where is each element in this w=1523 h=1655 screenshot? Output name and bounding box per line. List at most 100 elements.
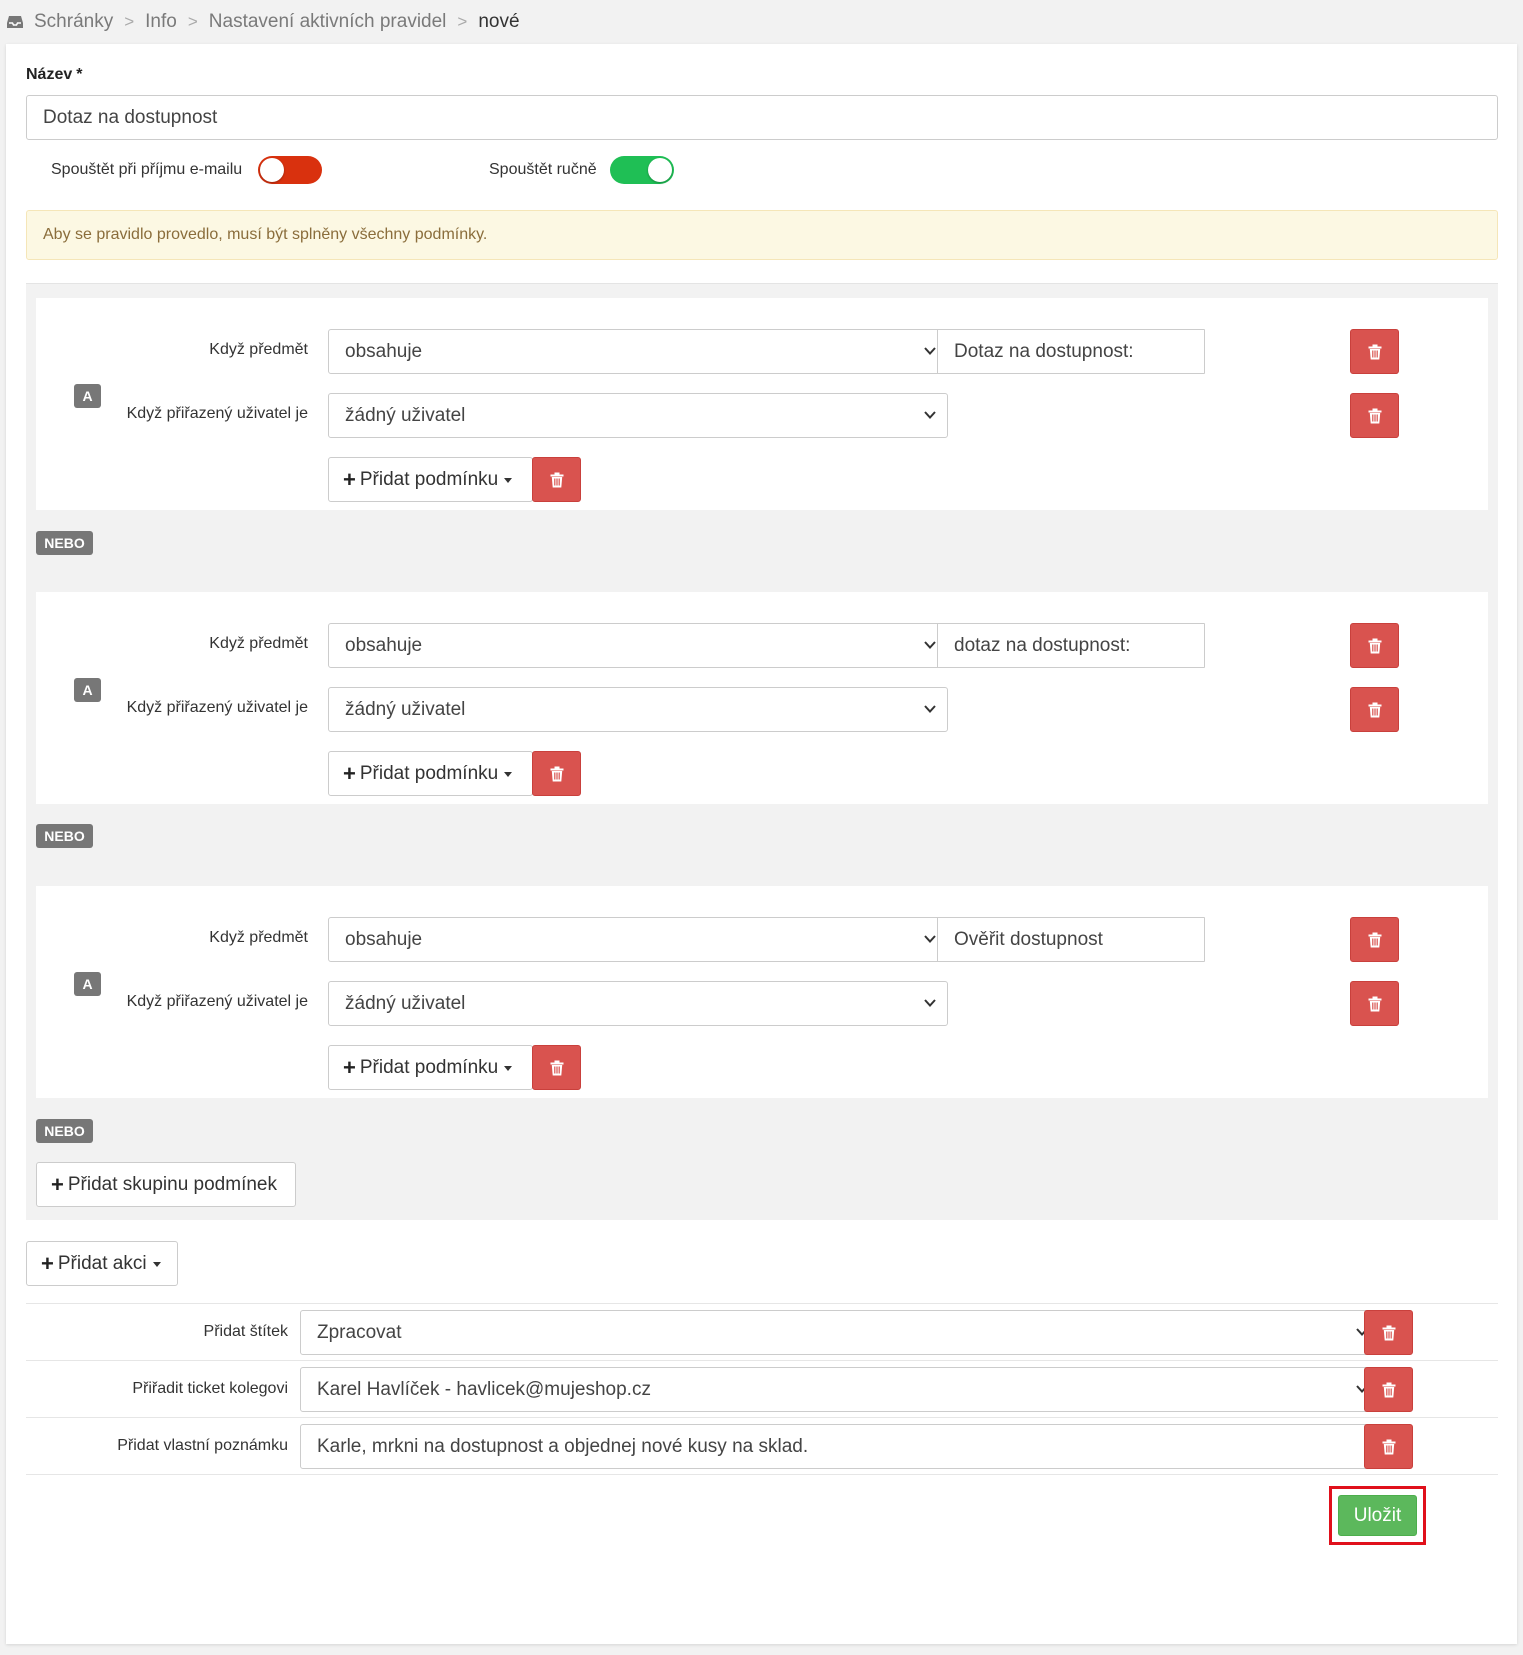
condition-assignee-select[interactable]: žádný uživatel bbox=[328, 393, 948, 438]
required-mark: * bbox=[76, 66, 83, 83]
inbox-icon bbox=[6, 14, 24, 30]
plus-icon: + bbox=[343, 760, 356, 786]
breadcrumb-separator: > bbox=[187, 12, 198, 31]
add-action-button[interactable]: + Přidat akci bbox=[26, 1241, 178, 1286]
breadcrumb-separator: > bbox=[457, 12, 468, 31]
caret-down-icon bbox=[504, 1066, 513, 1071]
condition-label-assignee: Když přiřazený uživatel je bbox=[126, 405, 308, 422]
rule-form-card: Název* Spouštět při příjmu e-mailu Spouš… bbox=[6, 44, 1517, 1644]
divider bbox=[26, 1417, 1498, 1418]
trash-icon bbox=[1368, 702, 1381, 717]
switch-knob bbox=[260, 158, 284, 182]
trash-icon bbox=[1368, 408, 1381, 423]
toggle-manual-label: Spouštět ručně bbox=[489, 161, 597, 178]
or-separator-badge: NEBO bbox=[36, 824, 93, 848]
condition-label-assignee: Když přiřazený uživatel je bbox=[126, 993, 308, 1010]
toggle-on-receive-switch[interactable] bbox=[258, 156, 322, 184]
delete-action-button[interactable] bbox=[1364, 1424, 1413, 1469]
or-separator-badge: NEBO bbox=[36, 531, 93, 555]
delete-condition-button[interactable] bbox=[1350, 329, 1399, 374]
action-tag-select[interactable]: Zpracovat bbox=[300, 1310, 1378, 1355]
divider bbox=[26, 1474, 1498, 1475]
condition-value-input[interactable] bbox=[937, 329, 1205, 374]
delete-condition-button[interactable] bbox=[1350, 981, 1399, 1026]
breadcrumb-separator: > bbox=[124, 12, 135, 31]
breadcrumb-current: nové bbox=[478, 11, 520, 32]
delete-group-button[interactable] bbox=[532, 457, 581, 502]
breadcrumb-item-info[interactable]: Info bbox=[145, 11, 177, 33]
name-label-text: Název bbox=[26, 66, 73, 83]
action-label-note: Přidat vlastní poznámku bbox=[117, 1437, 288, 1454]
condition-operator-select[interactable]: obsahuje bbox=[328, 623, 948, 668]
add-condition-button[interactable]: + Přidat podmínku bbox=[328, 457, 533, 502]
toggle-manual-switch[interactable] bbox=[610, 156, 674, 184]
plus-icon: + bbox=[41, 1250, 54, 1276]
caret-down-icon bbox=[152, 1262, 161, 1267]
select-value: obsahuje bbox=[345, 928, 423, 950]
plus-icon: + bbox=[51, 1171, 64, 1197]
divider bbox=[26, 1303, 1498, 1304]
select-value: obsahuje bbox=[345, 340, 423, 362]
divider bbox=[26, 1360, 1498, 1361]
delete-condition-button[interactable] bbox=[1350, 687, 1399, 732]
breadcrumb-item-inboxes[interactable]: Schránky bbox=[34, 11, 113, 33]
chevron-down-icon bbox=[924, 347, 936, 355]
delete-action-button[interactable] bbox=[1364, 1310, 1413, 1355]
delete-condition-button[interactable] bbox=[1350, 623, 1399, 668]
add-condition-group-button[interactable]: + Přidat skupinu podmínek bbox=[36, 1162, 296, 1207]
trash-icon bbox=[1368, 638, 1381, 653]
add-action-label: Přidat akci bbox=[57, 1252, 147, 1274]
condition-assignee-select[interactable]: žádný uživatel bbox=[328, 981, 948, 1026]
delete-group-button[interactable] bbox=[532, 751, 581, 796]
condition-value-input[interactable] bbox=[937, 917, 1205, 962]
trash-icon bbox=[1382, 1382, 1395, 1397]
delete-group-button[interactable] bbox=[532, 1045, 581, 1090]
add-condition-button[interactable]: + Přidat podmínku bbox=[328, 1045, 533, 1090]
action-assign-select[interactable]: Karel Havlíček - havlicek@mujeshop.cz bbox=[300, 1367, 1378, 1412]
delete-action-button[interactable] bbox=[1364, 1367, 1413, 1412]
add-group-label: Přidat skupinu podmínek bbox=[67, 1173, 277, 1195]
action-label-assign: Přiřadit ticket kolegovi bbox=[132, 1380, 288, 1397]
rule-name-input[interactable] bbox=[26, 95, 1498, 140]
trash-icon bbox=[1382, 1325, 1395, 1340]
condition-operator-select[interactable]: obsahuje bbox=[328, 917, 948, 962]
add-condition-label: Přidat podmínku bbox=[359, 1056, 499, 1078]
delete-condition-button[interactable] bbox=[1350, 393, 1399, 438]
plus-icon: + bbox=[343, 1054, 356, 1080]
select-value: žádný uživatel bbox=[345, 404, 466, 426]
condition-label-assignee: Když přiřazený uživatel je bbox=[126, 699, 308, 716]
trash-icon bbox=[1368, 932, 1381, 947]
chevron-down-icon bbox=[924, 999, 936, 1007]
caret-down-icon bbox=[504, 772, 513, 777]
trash-icon bbox=[1368, 344, 1381, 359]
select-value: Karel Havlíček - havlicek@mujeshop.cz bbox=[317, 1378, 651, 1400]
add-condition-button[interactable]: + Přidat podmínku bbox=[328, 751, 533, 796]
trash-icon bbox=[550, 766, 563, 781]
save-button[interactable]: Uložit bbox=[1338, 1495, 1417, 1536]
delete-condition-button[interactable] bbox=[1350, 917, 1399, 962]
chevron-down-icon bbox=[924, 411, 936, 419]
or-separator-badge: NEBO bbox=[36, 1119, 93, 1143]
condition-operator-select[interactable]: obsahuje bbox=[328, 329, 948, 374]
select-value: obsahuje bbox=[345, 634, 423, 656]
trash-icon bbox=[550, 472, 563, 487]
breadcrumb: Schránky > Info > Nastavení aktivních pr… bbox=[0, 0, 1523, 44]
trash-icon bbox=[1368, 996, 1381, 1011]
name-label: Název * bbox=[26, 66, 82, 84]
select-value: žádný uživatel bbox=[345, 992, 466, 1014]
trash-icon bbox=[550, 1060, 563, 1075]
chevron-down-icon bbox=[924, 935, 936, 943]
caret-down-icon bbox=[504, 478, 513, 483]
action-note-input[interactable] bbox=[300, 1424, 1378, 1469]
add-condition-label: Přidat podmínku bbox=[359, 468, 499, 490]
condition-assignee-select[interactable]: žádný uživatel bbox=[328, 687, 948, 732]
chevron-down-icon bbox=[924, 641, 936, 649]
plus-icon: + bbox=[343, 466, 356, 492]
condition-label-subject: Když předmět bbox=[209, 341, 308, 358]
condition-value-input[interactable] bbox=[937, 623, 1205, 668]
add-condition-label: Přidat podmínku bbox=[359, 762, 499, 784]
toggle-on-receive-label: Spouštět při příjmu e-mailu bbox=[51, 161, 243, 178]
select-value: žádný uživatel bbox=[345, 698, 466, 720]
breadcrumb-item-rules[interactable]: Nastavení aktivních pravidel bbox=[209, 11, 447, 33]
condition-label-subject: Když předmět bbox=[209, 635, 308, 652]
